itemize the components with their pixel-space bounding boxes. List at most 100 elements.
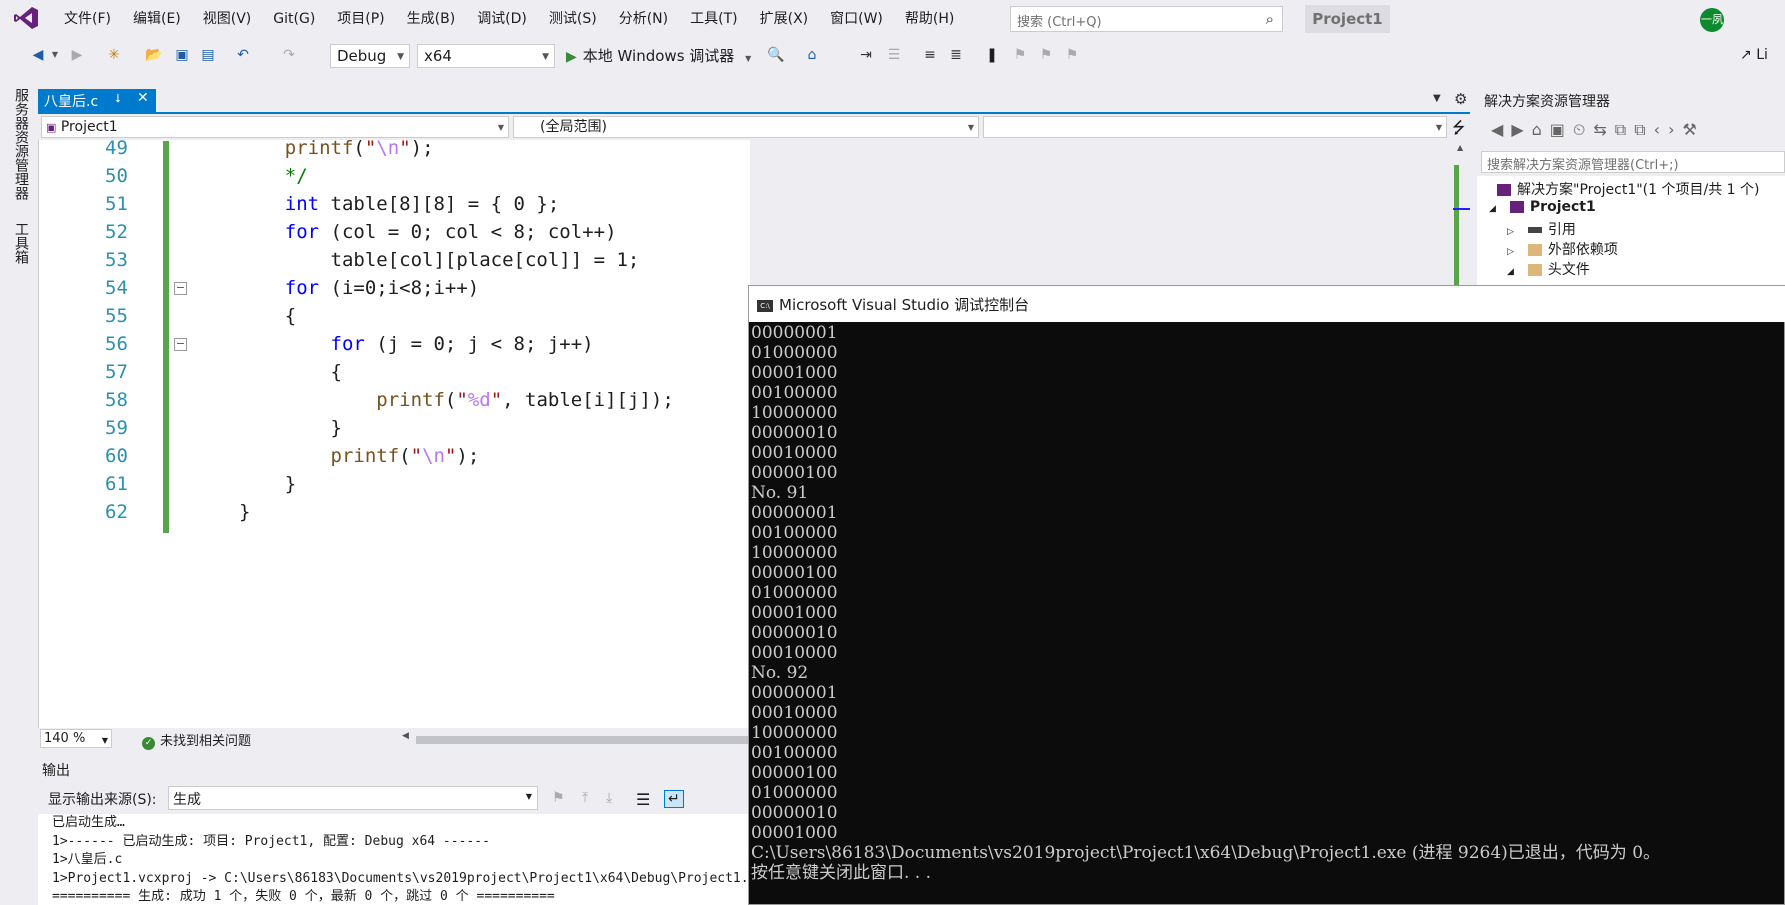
undo-icon[interactable]: ↶ [233,44,253,66]
back-dropdown-icon[interactable]: ▼ [50,44,60,66]
menu-tools[interactable]: 工具(T) [679,9,748,29]
code-line: 56 for (j = 0; j < 8; j++) [69,330,749,358]
console-line: 00000100 [751,463,838,483]
save-icon[interactable]: ▣ [172,44,192,66]
menu-help[interactable]: 帮助(H) [894,9,965,29]
breakpoints-icon[interactable]: ☰ [884,44,904,66]
menu-file[interactable]: 文件(F) [53,9,122,29]
line-number: 59 [105,417,128,439]
close-icon[interactable]: ✕ [137,90,149,106]
line-number: 58 [105,389,128,411]
tab-list-dropdown-icon[interactable]: ▼ [1433,93,1441,104]
avatar[interactable]: 一夙 [1700,8,1724,32]
sync-icon[interactable]: ⇆ [1593,120,1614,139]
issues-indicator[interactable]: ✓ 未找到相关问题 [142,730,251,750]
next-message-icon[interactable]: ⤓ [606,790,612,806]
external-deps-label: 外部依赖项 [1547,242,1618,258]
tree-item-references[interactable]: ▷ 引用 [1507,219,1576,239]
tree-item-solution[interactable]: 解决方案"Project1"(1 个项目/共 1 个) [1497,179,1760,199]
editor-horizontal-scrollbar[interactable] [416,736,750,744]
collapse-all-icon[interactable]: ⧉ [1615,120,1634,139]
word-wrap-icon[interactable]: ↵ [664,790,684,808]
forward-icon[interactable]: ▶ [68,44,86,66]
find-message-icon[interactable]: ⚑ [552,790,565,806]
solution-explorer-panel: 解决方案资源管理器 ◀▶⌂▣⏲⇆⧉⧉‹›⚒ 搜索解决方案资源管理器(Ctrl+;… [1477,89,1785,289]
menu-git[interactable]: Git(G) [262,9,326,29]
tree-item-external-deps[interactable]: ▷ 外部依赖项 [1507,239,1618,259]
clear-all-icon[interactable]: ☰ [636,790,650,809]
menu-build[interactable]: 生成(B) [396,9,467,29]
menu-extensions[interactable]: 扩展(X) [749,9,820,29]
clear-bookmarks-icon[interactable]: ⚑ [1062,44,1082,66]
code-view-icon[interactable]: ‹› [1654,120,1683,139]
code-line: 52 for (col = 0; col < 8; col++) [69,218,749,246]
menu-analyze[interactable]: 分析(N) [608,9,679,29]
code-editor[interactable]: 49 printf("\n"); 50 */51 int table[8][8] … [38,137,750,728]
uncomment-icon[interactable]: ≣ [946,44,966,66]
console-line: No. 91 [751,483,809,503]
platform-select[interactable]: x64 ▼ [417,44,555,68]
forward-icon[interactable]: ▶ [1511,120,1531,139]
scroll-up-icon[interactable]: ▲ [1457,143,1463,152]
tree-item-project[interactable]: ◢ Project1 [1489,199,1596,215]
console-title-bar[interactable]: C:\ Microsoft Visual Studio 调试控制台 [749,286,1785,322]
visual-studio-logo-icon[interactable] [13,6,39,30]
debug-console-window[interactable]: C:\ Microsoft Visual Studio 调试控制台 0000000… [748,285,1785,905]
step-icon[interactable]: ⇥ [856,44,876,66]
collapse-region-icon[interactable]: − [174,338,187,351]
live-share-button[interactable]: ↗ Li [1740,44,1780,66]
home-icon[interactable]: ⌂ [1532,120,1550,139]
show-all-files-icon[interactable]: ⧉ [1634,120,1653,139]
tab-document[interactable]: 八皇后.c ⭣ ✕ [38,89,156,112]
editor-status-bar: 140 % ▼ ✓ 未找到相关问题 ◀ [38,728,750,750]
pin-icon[interactable]: ⭣ [115,91,121,106]
save-all-icon[interactable]: ▤ [198,44,218,66]
menu-test[interactable]: 测试(S) [538,9,608,29]
menu-view[interactable]: 视图(V) [192,9,263,29]
code-line: 60 printf("\n"); [69,442,749,470]
output-line: 已启动生成… [52,815,125,830]
gear-icon[interactable]: ⚙ [1454,90,1467,108]
console-line: 00010000 [751,643,838,663]
editor-gutter [39,140,69,728]
chevron-down-icon: ▼ [1435,123,1442,132]
collapse-region-icon[interactable]: − [174,282,187,295]
zoom-select[interactable]: 140 % ▼ [40,729,112,748]
line-number: 50 [105,165,128,187]
code-line: 59 } [69,414,749,442]
browser-icon[interactable]: ⌂ [802,44,822,66]
scroll-left-icon[interactable]: ◀ [402,731,409,741]
comment-icon[interactable]: ≡ [920,44,940,66]
output-source-select[interactable]: 生成 ▼ [168,786,538,810]
next-bookmark-icon[interactable]: ⚑ [1036,44,1056,66]
console-line: 00010000 [751,703,838,723]
search-input[interactable]: 搜索 (Ctrl+Q) ⌕ [1010,6,1283,32]
find-in-files-icon[interactable]: 🔍 [766,44,786,66]
menu-project[interactable]: 项目(P) [326,9,395,29]
project-icon: ▣ [46,121,57,134]
menu-window[interactable]: 窗口(W) [819,9,894,29]
new-item-icon[interactable]: ✳ [104,44,124,66]
references-icon [1527,227,1542,233]
redo-icon[interactable]: ↷ [279,44,299,66]
server-explorer-tab[interactable]: 服务器资源管理器 [11,88,31,200]
switch-views-icon[interactable]: ▣ [1550,120,1573,139]
menu-debug[interactable]: 调试(D) [466,9,538,29]
start-debugging-button[interactable]: ▶ 本地 Windows 调试器 ▼ [566,45,751,66]
console-line: C:\Users\86183\Documents\vs2019project\P… [751,843,1661,863]
member-nav-select[interactable]: ▼ [983,116,1447,138]
prev-message-icon[interactable]: ⤒ [582,790,588,806]
search-placeholder: 搜索 (Ctrl+Q) [1017,15,1102,30]
solution-config-select[interactable]: Debug ▼ [330,44,410,68]
toolbox-tab[interactable]: 工具箱 [11,222,31,264]
prev-bookmark-icon[interactable]: ⚑ [1010,44,1030,66]
bookmark-icon[interactable]: ❚ [982,44,1002,66]
wrench-icon[interactable]: ⚒ [1682,120,1704,139]
pending-changes-icon[interactable]: ⏲ [1573,120,1593,139]
solution-explorer-search[interactable]: 搜索解决方案资源管理器(Ctrl+;) [1481,151,1785,173]
tree-item-headers[interactable]: ◢ 头文件 [1507,259,1590,279]
open-folder-icon[interactable]: 📂 [144,44,164,66]
back-icon[interactable]: ◀ [28,44,48,66]
menu-edit[interactable]: 编辑(E) [122,9,192,29]
back-icon[interactable]: ◀ [1491,120,1511,139]
